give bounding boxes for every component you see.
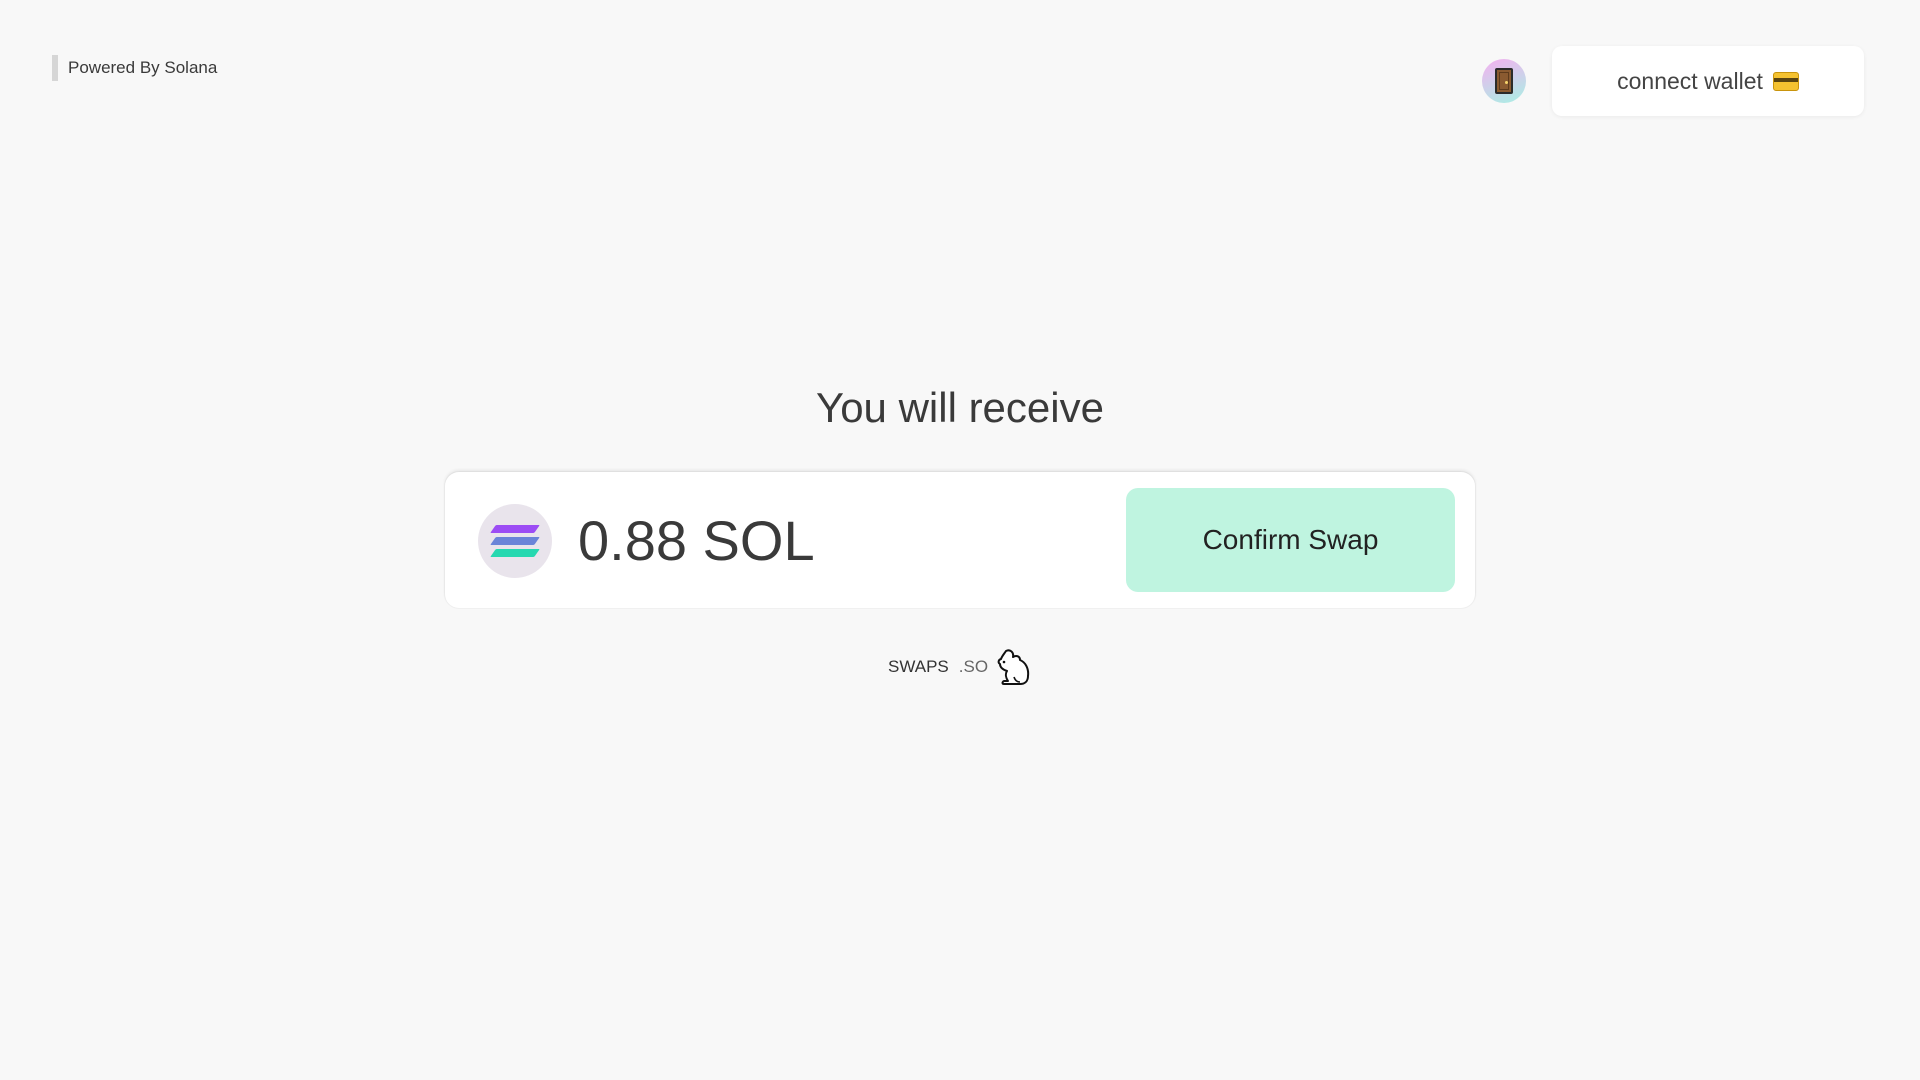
receive-heading: You will receive bbox=[816, 384, 1104, 431]
solana-logo-bar bbox=[490, 537, 540, 545]
brand-name: SWAPS bbox=[888, 657, 949, 676]
brand-logo[interactable]: SWAPS .SO bbox=[888, 647, 1034, 687]
connect-wallet-label: connect wallet bbox=[1617, 67, 1763, 94]
solana-logo-bar bbox=[490, 525, 540, 533]
solana-logo-icon bbox=[478, 504, 552, 578]
swap-page: Powered By Solana connect wallet You wil… bbox=[0, 0, 1920, 1080]
brand-suffix: .SO bbox=[958, 657, 989, 676]
connect-wallet-button[interactable]: connect wallet bbox=[1552, 46, 1864, 116]
rabbit-icon bbox=[997, 649, 1030, 685]
powered-by-badge: Powered By Solana bbox=[52, 55, 217, 81]
door-icon bbox=[1495, 68, 1513, 94]
receive-amount: 0.88 SOL bbox=[578, 508, 815, 572]
user-avatar[interactable] bbox=[1482, 59, 1526, 103]
credit-card-icon bbox=[1772, 71, 1799, 91]
solana-logo-bar bbox=[490, 549, 540, 557]
confirm-swap-button[interactable]: Confirm Swap bbox=[1126, 488, 1455, 592]
swap-panel: 0.88 SOL Confirm Swap bbox=[445, 472, 1475, 608]
